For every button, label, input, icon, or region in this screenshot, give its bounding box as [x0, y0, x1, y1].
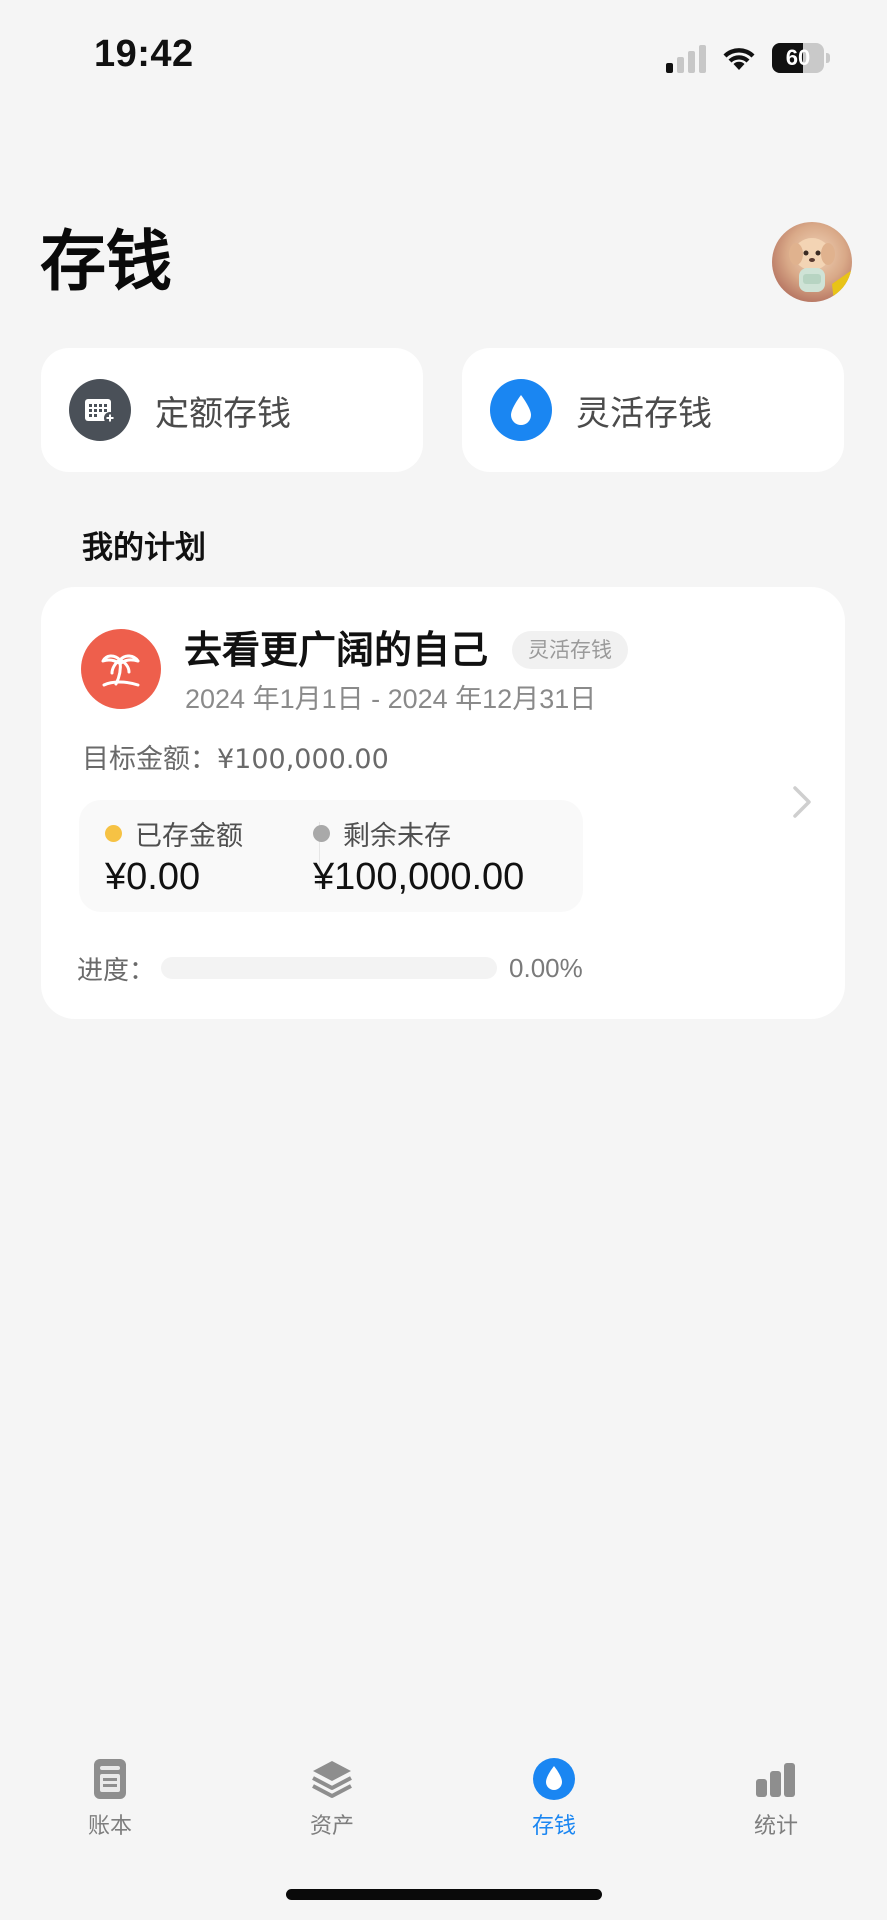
puppy-avatar-image — [789, 238, 852, 302]
plan-target: 目标金额：¥100,000.00 — [82, 737, 389, 776]
flexible-savings-label: 灵活存钱 — [576, 393, 712, 434]
tab-label: 账本 — [87, 1814, 132, 1839]
saved-label: 已存金额 — [135, 821, 243, 852]
progress-label: 进度： — [77, 955, 156, 986]
flexible-savings-button[interactable]: 灵活存钱 — [462, 348, 844, 472]
ledger-icon — [87, 1756, 133, 1802]
home-indicator — [286, 1889, 602, 1900]
progress-value: 0.00% — [509, 952, 583, 983]
remaining-dot-icon — [313, 825, 330, 842]
target-label: 目标金额： — [82, 744, 217, 775]
plan-name: 去看更广阔的自己 — [184, 628, 489, 672]
bar-chart-icon — [753, 1756, 799, 1802]
tab-label: 资产 — [309, 1814, 354, 1839]
fixed-savings-icon — [69, 379, 131, 441]
plan-date-range: 2024 年1月1日 - 2024 年12月31日 — [185, 684, 597, 714]
tab-bar: 账本 资产 存钱 统计 — [0, 1740, 887, 1850]
tab-label: 统计 — [753, 1814, 798, 1839]
amount-summary: 已存金额 ¥0.00 剩余未存 ¥100,000.00 — [79, 800, 583, 912]
palm-tree-icon — [81, 629, 161, 709]
remaining-amount: ¥100,000.00 — [313, 856, 525, 898]
layers-icon — [309, 1756, 355, 1802]
fixed-savings-button[interactable]: 定额存钱 — [41, 348, 423, 472]
wifi-icon — [723, 48, 755, 70]
avatar[interactable] — [772, 222, 852, 302]
progress-bar — [161, 957, 498, 979]
progress-row: 进度： 0.00% — [77, 948, 583, 988]
fixed-savings-label: 定额存钱 — [155, 393, 291, 434]
tab-label: 存钱 — [531, 1814, 576, 1839]
battery-level: 60 — [785, 45, 811, 70]
battery-icon: 60 — [772, 43, 830, 73]
tab-ledger[interactable]: 账本 — [50, 1740, 170, 1840]
status-indicators: 60 — [666, 40, 830, 76]
page-title: 存钱 — [40, 223, 172, 300]
savings-plan-card[interactable]: 去看更广阔的自己 灵活存钱 2024 年1月1日 - 2024 年12月31日 … — [41, 587, 845, 1019]
tab-statistics[interactable]: 统计 — [716, 1740, 836, 1840]
status-time: 19:42 — [94, 33, 194, 75]
plan-type-badge: 灵活存钱 — [512, 631, 628, 669]
remaining-label: 剩余未存 — [343, 821, 451, 852]
saved-amount: ¥0.00 — [105, 856, 201, 898]
target-amount: ¥100,000.00 — [217, 744, 389, 775]
tab-savings[interactable]: 存钱 — [494, 1740, 614, 1840]
cellular-signal-icon — [666, 43, 706, 73]
saved-dot-icon — [105, 825, 122, 842]
drop-icon — [490, 379, 552, 441]
tab-assets[interactable]: 资产 — [272, 1740, 392, 1840]
status-bar: 19:42 60 — [0, 0, 887, 120]
chevron-right-icon[interactable] — [789, 782, 815, 822]
drop-icon — [531, 1756, 577, 1802]
my-plans-heading: 我的计划 — [82, 530, 206, 566]
